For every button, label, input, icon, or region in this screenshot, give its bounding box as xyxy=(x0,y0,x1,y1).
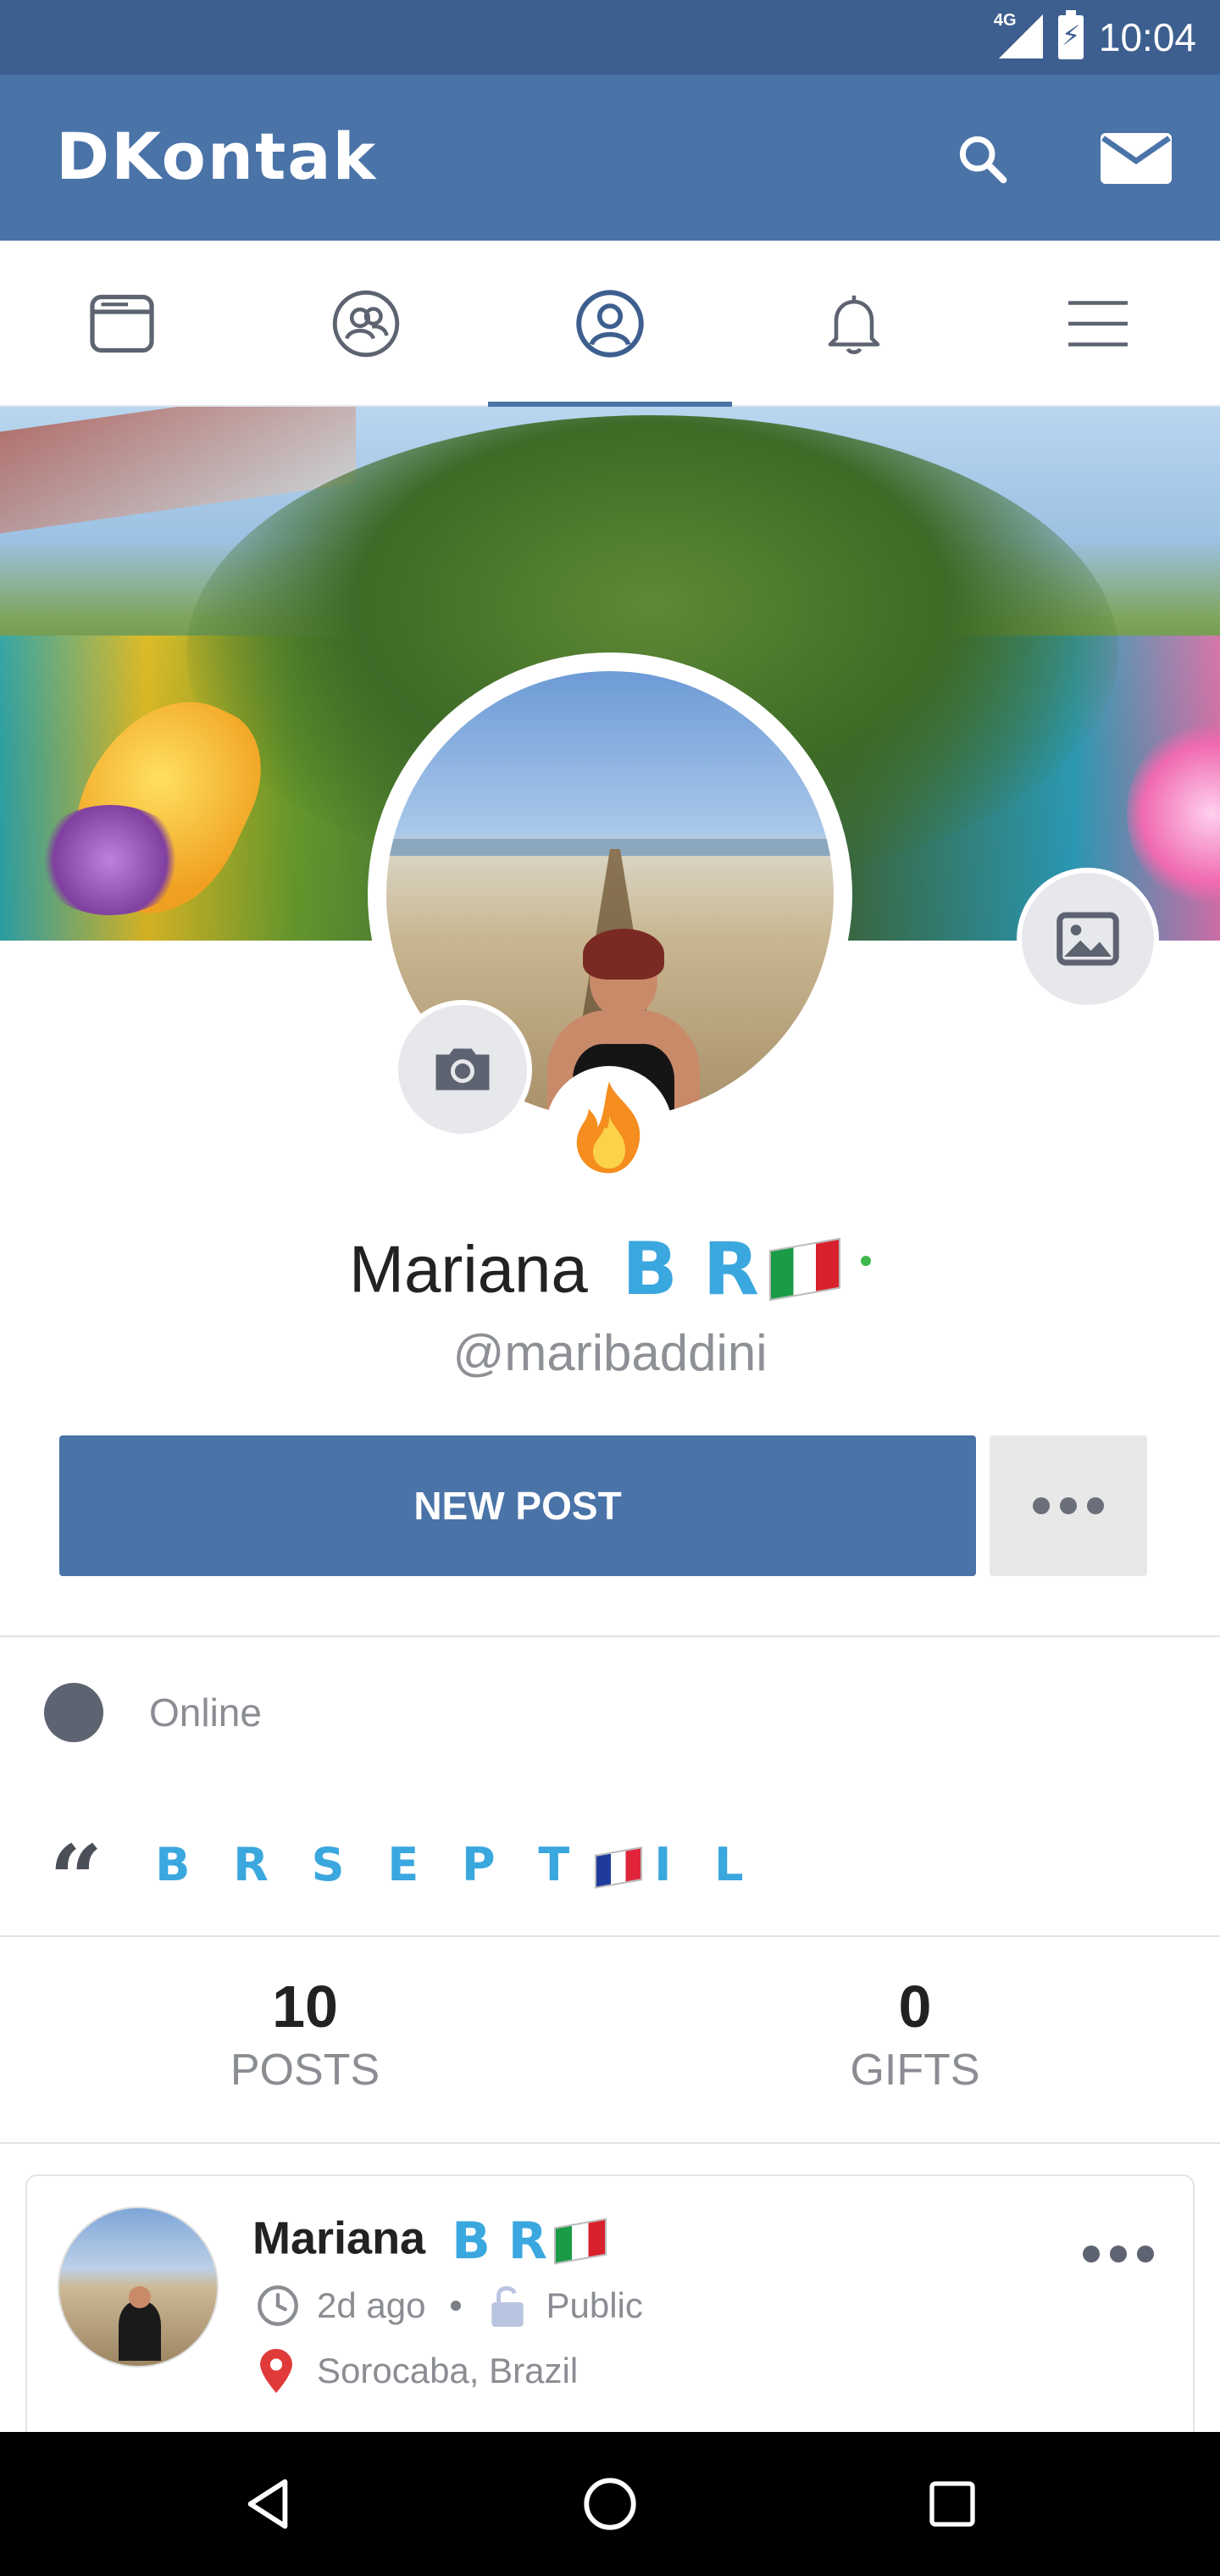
tab-feed[interactable] xyxy=(0,241,244,407)
stat-posts[interactable]: 10 POSTS xyxy=(0,1974,610,2096)
tab-profile[interactable] xyxy=(488,241,732,408)
bio-text-part1: B R S E P T xyxy=(155,1837,584,1891)
italy-flag-icon xyxy=(553,2218,607,2265)
bio-row: “ B R S E P TI L xyxy=(49,1830,757,1926)
status-label: Online xyxy=(149,1690,262,1735)
status-row: Online xyxy=(44,1683,262,1742)
tab-bar xyxy=(0,241,1220,408)
divider xyxy=(0,1935,1220,1937)
divider xyxy=(0,1635,1220,1637)
post-time: 2d ago xyxy=(317,2285,426,2325)
post-more-button[interactable] xyxy=(1083,2246,1154,2262)
change-avatar-button[interactable] xyxy=(393,1000,532,1139)
profile-name-text: Mariana xyxy=(349,1231,588,1307)
image-icon xyxy=(1056,912,1119,966)
post-meta: 2d ago Public xyxy=(256,2283,643,2329)
mail-icon[interactable] xyxy=(1098,120,1174,197)
stat-gifts-value: 0 xyxy=(898,1974,932,2040)
post-location[interactable]: Sorocaba, Brazil xyxy=(259,2349,578,2393)
friends-icon xyxy=(332,290,400,358)
battery-charging-icon: ⚡ xyxy=(1057,10,1084,59)
unlock-icon xyxy=(491,2286,524,2327)
stat-posts-value: 10 xyxy=(272,1974,338,2040)
online-indicator xyxy=(860,1256,871,1266)
app-bar: DKontak xyxy=(0,75,1220,241)
back-button[interactable] xyxy=(200,2432,336,2576)
change-cover-button[interactable] xyxy=(1017,868,1159,1010)
new-post-button[interactable]: NEW POST xyxy=(59,1435,976,1576)
fire-badge xyxy=(546,1066,673,1193)
clock: 10:04 xyxy=(1098,15,1196,59)
location-pin-icon xyxy=(260,2349,292,2393)
search-icon[interactable] xyxy=(944,120,1020,197)
post-author[interactable]: Mariana B R xyxy=(252,2212,607,2271)
status-icon xyxy=(44,1683,103,1742)
app-logo[interactable]: DKontak xyxy=(56,119,377,194)
stat-gifts-label: GIFTS xyxy=(850,2046,980,2095)
bio-text-part2: I L xyxy=(654,1837,757,1891)
fire-icon xyxy=(576,1081,640,1174)
more-options-button[interactable] xyxy=(990,1435,1147,1576)
back-icon xyxy=(247,2479,288,2529)
camera-icon xyxy=(435,1048,490,1091)
italy-flag-icon xyxy=(768,1237,840,1302)
profile-name-styled: B R xyxy=(622,1227,759,1312)
tab-menu[interactable] xyxy=(976,241,1220,407)
post-author-name: Mariana xyxy=(252,2212,426,2264)
bell-icon xyxy=(828,295,880,354)
home-icon xyxy=(584,2478,636,2530)
home-button[interactable] xyxy=(542,2432,678,2576)
profile-icon xyxy=(576,290,644,358)
post-visibility: Public xyxy=(546,2285,643,2325)
stat-gifts[interactable]: 0 GIFTS xyxy=(610,1974,1220,2096)
post-author-avatar[interactable] xyxy=(58,2207,219,2368)
divider xyxy=(0,2142,1220,2144)
newsfeed-icon xyxy=(90,294,154,353)
signal-icon: 4G xyxy=(994,11,1043,62)
quote-icon: “ xyxy=(49,1824,103,1934)
stat-posts-label: POSTS xyxy=(230,2046,380,2095)
france-flag-icon xyxy=(595,1846,643,1889)
navigation-bar xyxy=(0,2432,1220,2576)
clock-icon xyxy=(258,2285,298,2326)
status-bar: 4G ⚡ 10:04 xyxy=(0,0,1220,75)
tab-notifications[interactable] xyxy=(732,241,976,407)
recents-button[interactable] xyxy=(884,2432,1020,2576)
recents-icon xyxy=(929,2481,975,2527)
post-location-text: Sorocaba, Brazil xyxy=(317,2351,579,2390)
profile-name: Mariana B R xyxy=(0,1227,1220,1312)
menu-icon xyxy=(1068,301,1128,347)
post-author-styled: B R xyxy=(452,2212,547,2271)
tab-friends[interactable] xyxy=(244,241,488,407)
profile-handle: @maribaddini xyxy=(452,1324,768,1381)
bio-text: B R S E P TI L xyxy=(155,1838,757,1891)
